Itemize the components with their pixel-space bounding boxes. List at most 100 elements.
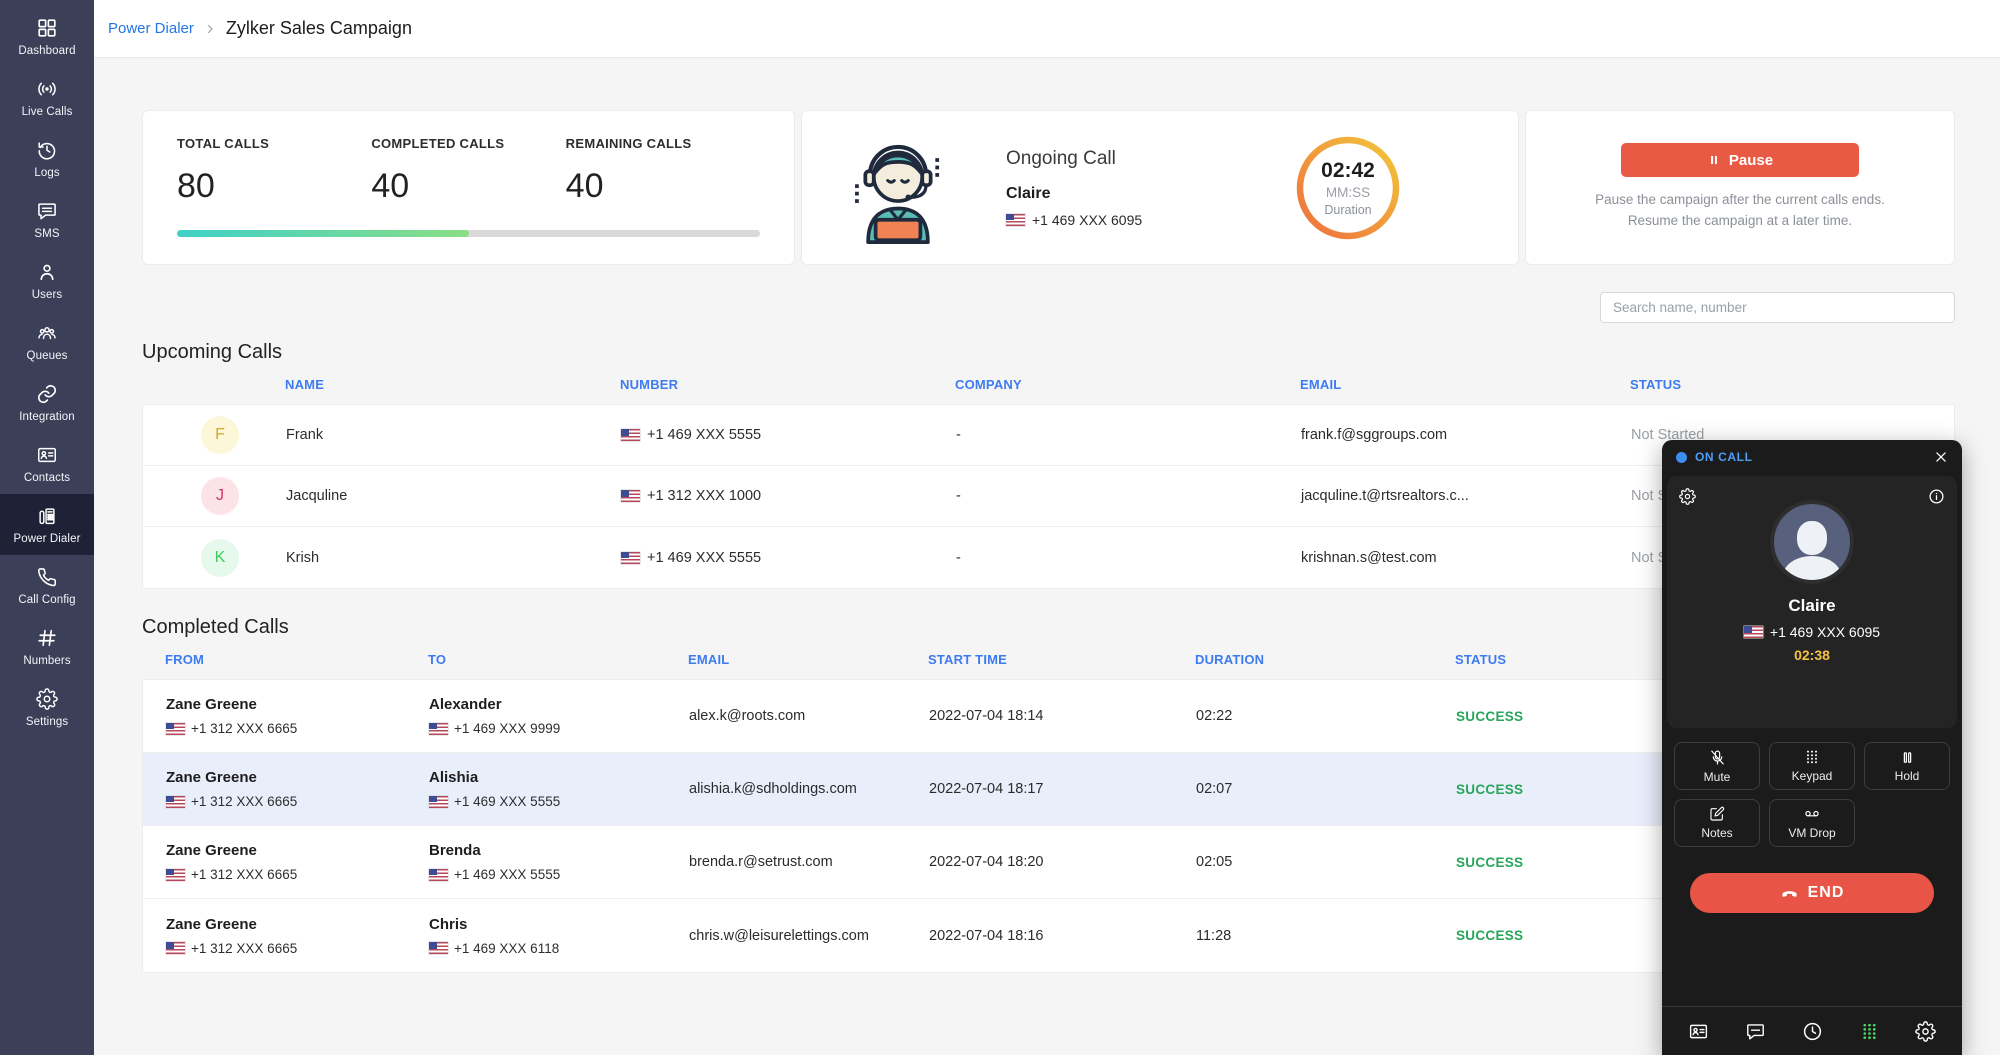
ongoing-call-card: Ongoing Call Claire +1 469 XXX 6095: [801, 110, 1519, 265]
contact-card-icon[interactable]: [1688, 1021, 1709, 1042]
sidebar-item-dashboard[interactable]: Dashboard: [0, 6, 94, 67]
chevron-right-icon: [204, 23, 216, 35]
call-timer: 02:38: [1667, 647, 1957, 663]
col-email: EMAIL: [688, 652, 928, 667]
info-icon[interactable]: [1928, 488, 1945, 505]
gear-icon[interactable]: [1915, 1021, 1936, 1042]
stat-total-calls: TOTAL CALLS 80: [177, 136, 371, 206]
clock-icon[interactable]: [1802, 1021, 1823, 1042]
mic-off-icon: [1709, 749, 1726, 766]
contact-name: Frank: [286, 427, 621, 443]
search-input[interactable]: [1600, 292, 1955, 323]
campaign-progress-bar: [177, 230, 760, 237]
ongoing-call-title: Ongoing Call: [1006, 148, 1142, 170]
sidebar-item-sms[interactable]: SMS: [0, 189, 94, 250]
sidebar-item-contacts[interactable]: Contacts: [0, 433, 94, 494]
stat-value: 40: [371, 167, 565, 206]
pause-desc-line2: Resume the campaign at a later time.: [1595, 211, 1885, 232]
mute-button[interactable]: Mute: [1674, 742, 1760, 790]
to-number: +1 469 XXX 5555: [454, 867, 560, 882]
stat-label: COMPLETED CALLS: [371, 136, 565, 151]
avatar: F: [201, 416, 239, 454]
close-icon[interactable]: [1934, 450, 1948, 464]
stat-completed-calls: COMPLETED CALLS 40: [371, 136, 565, 206]
col-from: FROM: [165, 652, 428, 667]
contacts-card-icon: [2, 444, 92, 466]
caller-avatar: [1770, 500, 1854, 584]
topbar: Power Dialer Zylker Sales Campaign: [94, 0, 2000, 58]
call-duration-caption: Duration: [1324, 203, 1371, 217]
from-name: Zane Greene: [166, 769, 429, 786]
keypad-icon: [1804, 749, 1820, 765]
us-flag-icon: [166, 796, 185, 808]
dashboard-grid-icon: [2, 17, 92, 39]
mute-label: Mute: [1704, 770, 1731, 784]
sidebar-item-settings[interactable]: Settings: [0, 677, 94, 738]
campaign-stats-card: TOTAL CALLS 80 COMPLETED CALLS 40 REMAIN…: [142, 110, 795, 265]
vm-drop-label: VM Drop: [1788, 826, 1835, 840]
hold-label: Hold: [1895, 769, 1920, 783]
on-call-status-label: ON CALL: [1695, 450, 1753, 464]
to-name: Alexander: [429, 696, 689, 713]
from-number: +1 312 XXX 6665: [191, 941, 297, 956]
us-flag-icon: [429, 869, 448, 881]
sidebar-item-users[interactable]: Users: [0, 250, 94, 311]
col-duration: DURATION: [1195, 652, 1455, 667]
sidebar-item-label: Call Config: [2, 594, 92, 606]
call-start-time: 2022-07-04 18:16: [929, 928, 1196, 944]
stat-label: TOTAL CALLS: [177, 136, 371, 151]
stat-value: 80: [177, 167, 371, 206]
sidebar-item-integration[interactable]: Integration: [0, 372, 94, 433]
from-name: Zane Greene: [166, 696, 429, 713]
notes-label: Notes: [1701, 826, 1732, 840]
live-calls-icon: [2, 78, 92, 100]
end-call-button[interactable]: END: [1690, 873, 1934, 913]
queues-group-icon: [2, 322, 92, 344]
end-call-label: END: [1808, 884, 1845, 902]
contact-number: +1 469 XXX 5555: [647, 550, 761, 566]
contact-name: Jacquline: [286, 488, 621, 504]
on-call-widget: ON CALL Claire +1 469 XXX 6095 02:38 Mut…: [1662, 440, 1962, 1055]
call-email: alex.k@roots.com: [689, 708, 929, 724]
on-call-status-dot: [1676, 452, 1687, 463]
to-name: Alishia: [429, 769, 689, 786]
sidebar-item-live-calls[interactable]: Live Calls: [0, 67, 94, 128]
dialpad-icon[interactable]: [1860, 1022, 1879, 1041]
sidebar-item-numbers[interactable]: Numbers: [0, 616, 94, 677]
sidebar-item-label: SMS: [2, 228, 92, 240]
widget-settings-gear-icon[interactable]: [1679, 488, 1696, 505]
sidebar: Dashboard Live Calls Logs SMS Users Queu…: [0, 0, 94, 1055]
pause-desc-line1: Pause the campaign after the current cal…: [1595, 190, 1885, 211]
avatar: K: [201, 539, 239, 577]
settings-gear-icon: [2, 688, 92, 710]
col-start-time: START TIME: [928, 652, 1195, 667]
sidebar-item-queues[interactable]: Queues: [0, 311, 94, 372]
upcoming-table-header: NAME NUMBER COMPANY EMAIL STATUS: [142, 364, 1955, 404]
pause-button[interactable]: Pause: [1621, 143, 1859, 177]
sms-bubble-icon: [2, 200, 92, 222]
sidebar-item-label: Power Dialer: [2, 533, 92, 545]
hold-button[interactable]: Hold: [1864, 742, 1950, 790]
contact-name: Krish: [286, 550, 621, 566]
from-name: Zane Greene: [166, 916, 429, 933]
sidebar-item-logs[interactable]: Logs: [0, 128, 94, 189]
sidebar-item-call-config[interactable]: Call Config: [0, 555, 94, 616]
caller-name: Claire: [1667, 596, 1957, 616]
call-email: brenda.r@setrust.com: [689, 854, 929, 870]
us-flag-icon: [621, 552, 640, 564]
sidebar-item-power-dialer[interactable]: Power Dialer: [0, 494, 94, 555]
vm-drop-button[interactable]: VM Drop: [1769, 799, 1855, 847]
keypad-button[interactable]: Keypad: [1769, 742, 1855, 790]
ongoing-caller-name: Claire: [1006, 185, 1142, 203]
notes-button[interactable]: Notes: [1674, 799, 1760, 847]
hold-pause-icon: [1900, 750, 1915, 765]
chat-icon[interactable]: [1745, 1021, 1766, 1042]
to-number: +1 469 XXX 6118: [454, 941, 559, 956]
call-duration: 11:28: [1196, 928, 1456, 944]
call-duration: 02:05: [1196, 854, 1456, 870]
breadcrumb-parent-link[interactable]: Power Dialer: [108, 20, 194, 37]
us-flag-icon: [621, 490, 640, 502]
contact-email: jacquline.t@rtsrealtors.c...: [1301, 488, 1631, 504]
call-email: chris.w@leisurelettings.com: [689, 928, 929, 944]
contact-company: -: [956, 488, 1301, 504]
